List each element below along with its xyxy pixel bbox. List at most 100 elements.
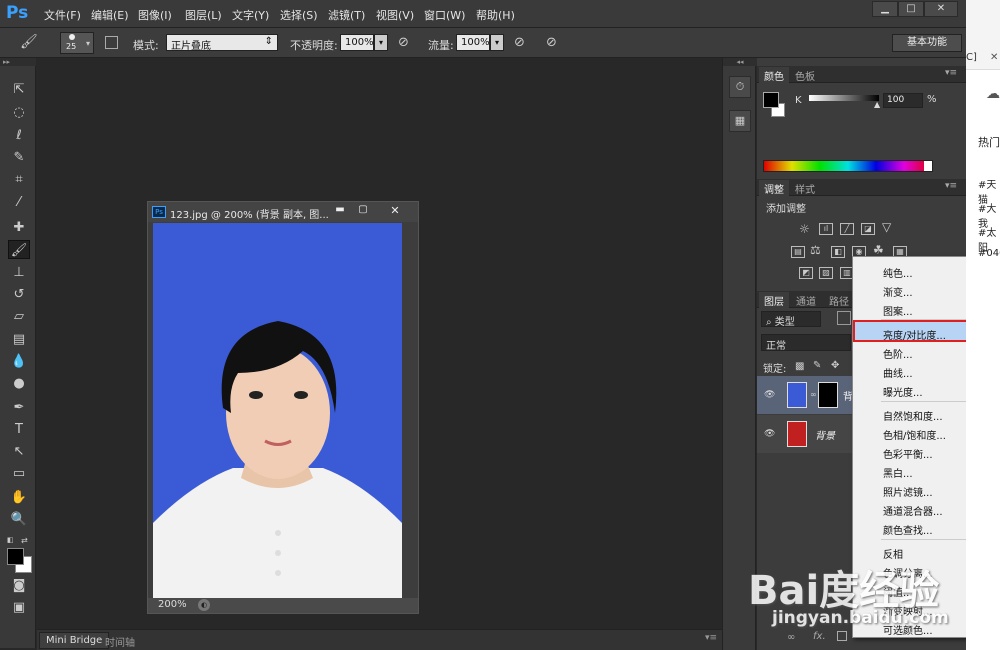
quick-mask-icon[interactable]: ◙ — [8, 576, 30, 595]
layer-mask-thumbnail[interactable] — [818, 382, 838, 408]
type-tool-icon[interactable]: T — [8, 420, 30, 439]
menu-item-hue-saturation[interactable]: 色相/饱和度... — [883, 427, 946, 442]
menu-item-gradient[interactable]: 渐变... — [883, 284, 913, 299]
add-mask-icon[interactable] — [837, 631, 847, 641]
flow-dropdown[interactable]: ▾ — [490, 34, 504, 51]
menu-item-color-balance[interactable]: 色彩平衡... — [883, 446, 933, 461]
dodge-tool-icon[interactable]: ● — [8, 374, 30, 393]
vibrance-adjust-icon[interactable]: ▽ — [882, 220, 891, 234]
dock-collapse-handle[interactable]: ◂◂ — [723, 58, 757, 66]
history-panel-icon[interactable]: ⏱ — [729, 76, 751, 98]
brush-tool-icon[interactable]: 🖌 — [20, 34, 38, 50]
color-balance-adjust-icon[interactable]: ⚖ — [810, 243, 821, 257]
pressure-size-icon[interactable]: ⊘ — [546, 35, 557, 50]
menu-item-vibrance[interactable]: 自然饱和度... — [883, 408, 943, 423]
levels-adjust-icon[interactable]: ıl — [819, 223, 833, 235]
menu-help[interactable]: 帮助(H) — [476, 7, 515, 23]
blend-mode-select[interactable]: 正常 — [761, 334, 851, 352]
default-colors-icon[interactable]: ◧ — [7, 536, 14, 544]
menu-item-solid-color[interactable]: 纯色... — [883, 265, 913, 280]
collapse-handle[interactable]: ▸▸ — [0, 58, 36, 66]
menu-layer[interactable]: 图层(L) — [185, 7, 222, 23]
screen-mode-icon[interactable]: ▣ — [8, 598, 30, 617]
tab-styles[interactable]: 样式 — [790, 180, 820, 196]
menu-item-pattern[interactable]: 图案... — [883, 303, 913, 318]
status-info-icon[interactable]: ◐ — [198, 599, 210, 611]
layer-visibility-eye-icon[interactable]: 👁 — [764, 390, 775, 400]
lock-transparency-icon[interactable]: ▩ — [795, 361, 804, 372]
lasso-tool-icon[interactable]: ℓ — [8, 126, 30, 145]
posterize-adjust-icon[interactable]: ▨ — [819, 267, 833, 279]
document-window[interactable]: Ps 123.jpg @ 200% (背景 副本, 图... ▬ ▢ ✕ 200… — [147, 201, 419, 614]
tab-paths[interactable]: 路径 — [824, 292, 854, 308]
tab-layers[interactable]: 图层 — [759, 292, 789, 308]
tab-adjustments[interactable]: 调整 — [759, 180, 789, 196]
cloud-icon[interactable]: ☁ — [986, 86, 1000, 102]
marquee-tool-icon[interactable]: ◌ — [8, 103, 30, 122]
shape-tool-icon[interactable]: ▭ — [8, 464, 30, 483]
link-layers-icon[interactable]: ∞ — [787, 632, 795, 643]
doc-minimize-button[interactable]: ▬ — [330, 204, 350, 219]
menu-view[interactable]: 视图(V) — [376, 7, 414, 23]
tab-timeline[interactable]: 时间轴 — [99, 632, 141, 649]
curves-adjust-icon[interactable]: ╱ — [840, 223, 854, 235]
layer-visibility-eye-icon[interactable]: 👁 — [764, 429, 775, 439]
airbrush-icon[interactable]: ⊘ — [514, 35, 525, 50]
zoom-tool-icon[interactable]: 🔍 — [8, 510, 30, 529]
panel-menu-icon[interactable]: ▾≡ — [705, 633, 717, 643]
menu-item-photo-filter[interactable]: 照片滤镜... — [883, 484, 933, 499]
color-spectrum-ramp[interactable] — [763, 160, 933, 172]
lock-paint-icon[interactable]: ✎ — [813, 360, 821, 371]
panel-menu-icon[interactable]: ▾≡ — [945, 181, 957, 191]
swap-colors-icon[interactable]: ⇄ — [21, 536, 28, 545]
menu-edit[interactable]: 编辑(E) — [91, 7, 129, 23]
eraser-tool-icon[interactable]: ▱ — [8, 307, 30, 326]
layer-filter-select[interactable]: ⌕ 类型 — [761, 311, 821, 328]
hue-sat-adjust-icon[interactable]: ▤ — [791, 246, 805, 258]
opacity-input[interactable]: 100% — [340, 34, 374, 51]
menu-item-curves[interactable]: 曲线... — [883, 365, 913, 380]
mode-select[interactable]: 正片叠底 ⇕ — [166, 34, 278, 52]
history-brush-tool-icon[interactable]: ↺ — [8, 285, 30, 304]
exposure-adjust-icon[interactable]: ◪ — [861, 223, 875, 235]
canvas-image[interactable] — [153, 223, 402, 599]
crop-tool-icon[interactable]: ⌗ — [8, 170, 30, 189]
tab-color[interactable]: 颜色 — [759, 67, 789, 83]
color-slider[interactable] — [809, 95, 879, 101]
menu-window[interactable]: 窗口(W) — [424, 7, 465, 23]
zoom-level[interactable]: 200% — [158, 599, 187, 610]
doc-close-button[interactable]: ✕ — [380, 204, 410, 219]
properties-panel-icon[interactable]: ▦ — [729, 110, 751, 132]
opacity-dropdown[interactable]: ▾ — [374, 34, 388, 51]
close-button[interactable]: ✕ — [924, 1, 958, 17]
fx-icon[interactable]: fx. — [813, 631, 826, 642]
brush-panel-icon[interactable] — [105, 36, 118, 49]
clone-stamp-tool-icon[interactable]: ⊥ — [8, 263, 30, 282]
eyedropper-tool-icon[interactable]: ⁄ — [8, 193, 30, 212]
doc-maximize-button[interactable]: ▢ — [353, 204, 373, 219]
lock-move-icon[interactable]: ✥ — [831, 360, 839, 371]
panel-menu-icon[interactable]: ▾≡ — [945, 68, 957, 78]
menu-filter[interactable]: 滤镜(T) — [328, 7, 365, 23]
maximize-button[interactable]: □ — [898, 1, 924, 17]
quick-select-tool-icon[interactable]: ✎ — [8, 148, 30, 167]
trending-item[interactable]: #040 — [978, 248, 1000, 259]
menu-select[interactable]: 选择(S) — [280, 7, 318, 23]
invert-adjust-icon[interactable]: ◩ — [799, 267, 813, 279]
blur-tool-icon[interactable]: 💧 — [8, 352, 30, 371]
menu-item-black-white[interactable]: 黑白... — [883, 465, 913, 480]
black-white-adjust-icon[interactable]: ◧ — [831, 246, 845, 258]
browser-tab-fragment[interactable]: C] — [966, 52, 977, 63]
move-tool-icon[interactable]: ⇱ — [8, 80, 30, 99]
menu-image[interactable]: 图像(I) — [138, 7, 172, 23]
brightness-adjust-icon[interactable]: ☼ — [799, 222, 810, 236]
menu-item-channel-mixer[interactable]: 通道混合器... — [883, 503, 943, 518]
browser-close-icon[interactable]: ✕ — [990, 52, 998, 63]
path-select-tool-icon[interactable]: ↖ — [8, 442, 30, 461]
menu-item-brightness-contrast[interactable]: 亮度/对比度... — [883, 327, 946, 342]
ramp-white-swatch[interactable] — [924, 161, 932, 171]
healing-brush-tool-icon[interactable]: ✚ — [8, 218, 30, 237]
foreground-color-swatch[interactable] — [7, 548, 24, 565]
menu-item-color-lookup[interactable]: 颜色查找... — [883, 522, 933, 537]
tab-channels[interactable]: 通道 — [791, 292, 821, 308]
